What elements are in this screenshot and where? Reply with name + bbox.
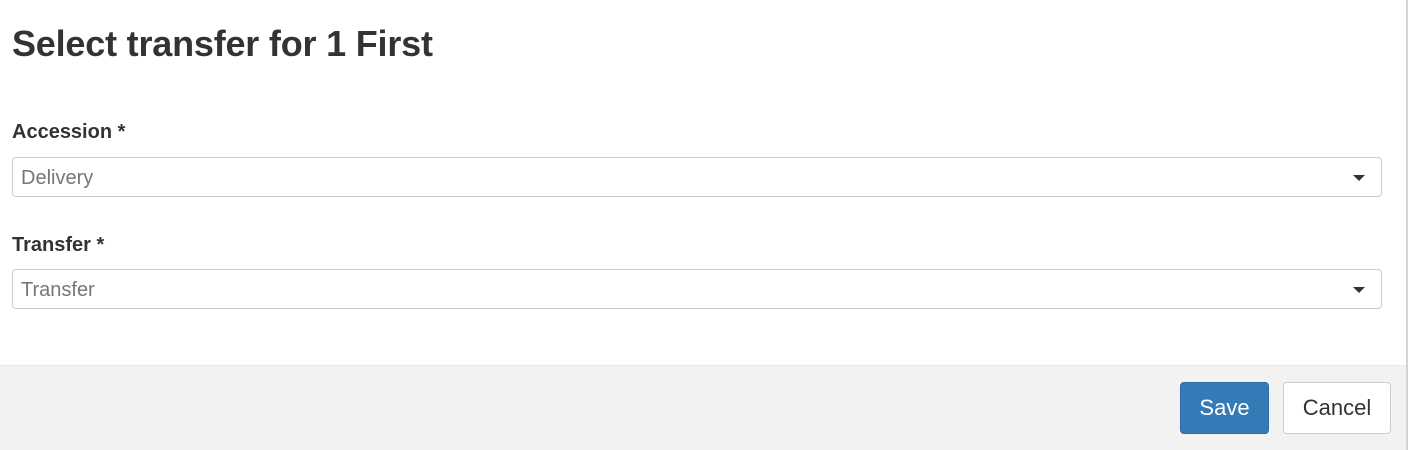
accession-select[interactable]: Delivery bbox=[12, 157, 1382, 197]
save-button[interactable]: Save bbox=[1180, 382, 1269, 434]
transfer-select-value: Transfer bbox=[21, 279, 95, 301]
cancel-button[interactable]: Cancel bbox=[1283, 382, 1391, 434]
dialog-footer: Save Cancel bbox=[0, 365, 1406, 450]
select-transfer-dialog: Select transfer for 1 First Accession * … bbox=[0, 0, 1408, 450]
accession-select-value: Delivery bbox=[21, 167, 94, 189]
transfer-label: Transfer * bbox=[12, 234, 105, 256]
caret-down-icon[interactable] bbox=[1353, 175, 1365, 181]
accession-label: Accession * bbox=[12, 121, 126, 143]
caret-down-icon[interactable] bbox=[1353, 287, 1365, 293]
transfer-select[interactable]: Transfer bbox=[12, 269, 1382, 309]
page-title: Select transfer for 1 First bbox=[12, 23, 433, 64]
